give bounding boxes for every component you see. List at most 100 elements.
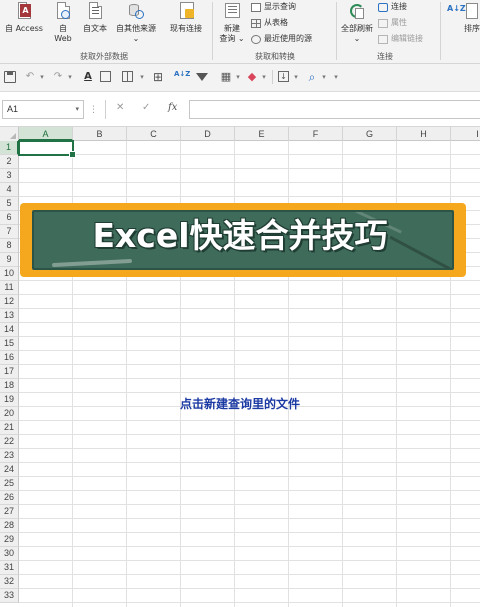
chevron-down-icon[interactable]: ▾ bbox=[38, 71, 46, 83]
insert-function-icon[interactable]: fx bbox=[168, 102, 177, 113]
column-header-i[interactable]: I bbox=[451, 127, 480, 141]
row-gridline bbox=[19, 322, 480, 323]
from-access-button[interactable]: A 自 Access bbox=[2, 2, 46, 34]
show-queries-button[interactable]: 显示查询 bbox=[251, 2, 296, 12]
access-icon: A bbox=[15, 2, 33, 22]
row-header-5[interactable]: 5 bbox=[0, 197, 19, 211]
chevron-down-icon[interactable]: ▾ bbox=[66, 71, 74, 83]
formula-input[interactable] bbox=[189, 100, 480, 119]
row-header-32[interactable]: 32 bbox=[0, 575, 19, 589]
sort-button[interactable]: 排序 bbox=[462, 2, 480, 34]
column-header-f[interactable]: F bbox=[289, 127, 343, 141]
row-header-1[interactable]: 1 bbox=[0, 141, 19, 155]
customize-toolbar-icon[interactable]: ▾ bbox=[332, 71, 340, 83]
row-header-28[interactable]: 28 bbox=[0, 519, 19, 533]
column-header-a[interactable]: A bbox=[19, 127, 73, 141]
row-header-33[interactable]: 33 bbox=[0, 589, 19, 603]
row-header-12[interactable]: 12 bbox=[0, 295, 19, 309]
row-header-31[interactable]: 31 bbox=[0, 561, 19, 575]
row-gridline bbox=[19, 308, 480, 309]
chevron-down-icon[interactable]: ▾ bbox=[292, 71, 300, 83]
column-header-row: ABCDEFGHI bbox=[0, 127, 480, 141]
chevron-down-icon[interactable]: ▾ bbox=[75, 101, 79, 118]
row-header-26[interactable]: 26 bbox=[0, 491, 19, 505]
chevron-down-icon[interactable]: ▾ bbox=[260, 71, 268, 83]
sort-az-icon[interactable]: A↓Z bbox=[447, 4, 466, 13]
from-table-label: 从表格 bbox=[264, 18, 288, 27]
row-header-4[interactable]: 4 bbox=[0, 183, 19, 197]
row-header-17[interactable]: 17 bbox=[0, 365, 19, 379]
resize-handle-icon[interactable]: ⋮ bbox=[89, 105, 98, 115]
row-header-16[interactable]: 16 bbox=[0, 351, 19, 365]
row-header-10[interactable]: 10 bbox=[0, 267, 19, 281]
properties-label: 属性 bbox=[391, 18, 407, 27]
existing-connections-button[interactable]: 现有连接 bbox=[164, 2, 208, 34]
row-gridline bbox=[19, 154, 480, 155]
banner-title: Excel快速合并技巧 bbox=[92, 216, 388, 255]
column-header-b[interactable]: B bbox=[73, 127, 127, 141]
column-header-e[interactable]: E bbox=[235, 127, 289, 141]
merge-cells-icon[interactable]: ⊞ bbox=[152, 71, 164, 83]
row-header-3[interactable]: 3 bbox=[0, 169, 19, 183]
row-header-21[interactable]: 21 bbox=[0, 421, 19, 435]
group-divider bbox=[336, 2, 337, 60]
font-color-icon[interactable]: A bbox=[82, 71, 94, 83]
worksheet-grid[interactable]: ABCDEFGHI 1 2 3 4 5 6 7 8 9 10 11 12 13 14 15 16 17 18 19 2… bbox=[0, 127, 480, 607]
from-text-button[interactable]: 自文本 bbox=[78, 2, 112, 34]
row-header-18[interactable]: 18 bbox=[0, 379, 19, 393]
row-header-2[interactable]: 2 bbox=[0, 155, 19, 169]
chevron-down-icon[interactable]: ▾ bbox=[138, 71, 146, 83]
formula-divider bbox=[105, 100, 106, 119]
active-cell-a1[interactable] bbox=[18, 140, 76, 158]
format-painter-icon[interactable] bbox=[122, 71, 133, 82]
new-query-label-1: 新建 bbox=[224, 24, 240, 33]
row-header-22[interactable]: 22 bbox=[0, 435, 19, 449]
quick-access-toolbar: ↶ ▾ ↷ ▾ A ▾ ⊞ A↓Z ▦ ▾ ◆ ▾ ↓ ▾ ⌕ ▾ ▾ bbox=[0, 64, 480, 92]
clear-icon[interactable]: ◆ bbox=[246, 71, 258, 83]
edit-links-button[interactable]: 编辑链接 bbox=[378, 34, 423, 44]
properties-button[interactable]: 属性 bbox=[378, 18, 407, 28]
from-table-button[interactable]: 从表格 bbox=[251, 18, 288, 28]
chevron-down-icon[interactable]: ▾ bbox=[234, 71, 242, 83]
enter-icon[interactable]: ✓ bbox=[142, 102, 150, 113]
filter-icon[interactable] bbox=[196, 73, 208, 81]
redo-icon[interactable]: ↷ bbox=[52, 71, 64, 83]
from-web-button[interactable]: 自 Web bbox=[50, 2, 76, 44]
cancel-icon[interactable]: ✕ bbox=[116, 102, 124, 113]
conditional-format-icon[interactable]: ▦ bbox=[220, 71, 232, 83]
text-file-icon bbox=[86, 2, 104, 22]
row-header-27[interactable]: 27 bbox=[0, 505, 19, 519]
insert-icon[interactable]: ↓ bbox=[278, 71, 289, 82]
borders-icon[interactable] bbox=[100, 71, 111, 82]
from-other-sources-button[interactable]: 自其他来源 ⌄ bbox=[112, 2, 160, 44]
refresh-all-button[interactable]: 全部刷新 ⌄ bbox=[338, 2, 376, 44]
recent-sources-button[interactable]: 最近使用的源 bbox=[251, 34, 312, 44]
column-header-h[interactable]: H bbox=[397, 127, 451, 141]
search-icon[interactable]: ⌕ bbox=[306, 71, 318, 83]
row-header-14[interactable]: 14 bbox=[0, 323, 19, 337]
group-label-get-external-data: 获取外部数据 bbox=[80, 52, 128, 61]
row-gridline bbox=[19, 350, 480, 351]
row-header-23[interactable]: 23 bbox=[0, 449, 19, 463]
column-header-c[interactable]: C bbox=[127, 127, 181, 141]
row-header-15[interactable]: 15 bbox=[0, 337, 19, 351]
row-header-29[interactable]: 29 bbox=[0, 533, 19, 547]
name-box[interactable]: A1 ▾ bbox=[2, 100, 84, 119]
row-header-11[interactable]: 11 bbox=[0, 281, 19, 295]
sort-icon[interactable]: A↓Z bbox=[174, 71, 190, 83]
new-query-button[interactable]: 新建 查询 ⌄ bbox=[216, 2, 248, 44]
row-header-24[interactable]: 24 bbox=[0, 463, 19, 477]
row-header-25[interactable]: 25 bbox=[0, 477, 19, 491]
save-icon[interactable] bbox=[4, 71, 16, 83]
row-header-13[interactable]: 13 bbox=[0, 309, 19, 323]
chevron-down-icon[interactable]: ▾ bbox=[320, 71, 328, 83]
undo-icon[interactable]: ↶ bbox=[24, 71, 36, 83]
row-gridline bbox=[19, 504, 480, 505]
column-header-d[interactable]: D bbox=[181, 127, 235, 141]
other-sources-icon bbox=[127, 2, 145, 22]
select-all-button[interactable] bbox=[0, 127, 19, 141]
column-header-g[interactable]: G bbox=[343, 127, 397, 141]
edit-links-label: 编辑链接 bbox=[391, 34, 423, 43]
row-header-30[interactable]: 30 bbox=[0, 547, 19, 561]
connections-button[interactable]: 连接 bbox=[378, 2, 407, 12]
